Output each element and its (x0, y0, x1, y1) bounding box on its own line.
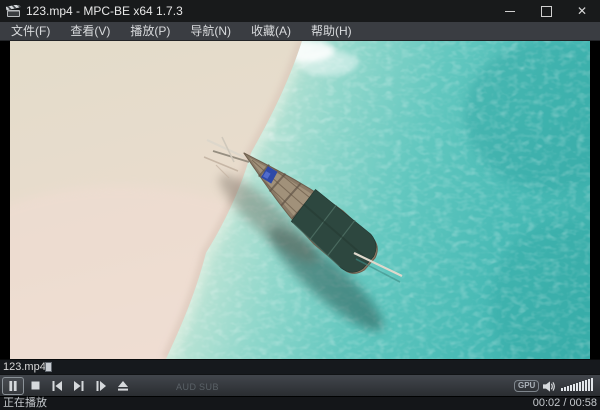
pause-icon (9, 380, 17, 391)
titlebar: 123.mp4 - MPC-BE x64 1.7.3 ✕ (0, 0, 600, 22)
clapperboard-icon (6, 4, 21, 17)
seek-thumb[interactable] (45, 362, 52, 372)
subtitle-track-button[interactable]: SUB (199, 382, 219, 392)
statusbar: 正在播放 00:02 / 00:58 (0, 396, 600, 410)
skip-forward-button[interactable] (68, 377, 90, 395)
audio-track-button[interactable]: AUD (176, 382, 197, 392)
video-canvas[interactable] (10, 41, 590, 359)
skip-back-icon (52, 380, 62, 391)
playback-status: 正在播放 (3, 397, 47, 409)
time-display: 00:02 / 00:58 (532, 397, 597, 409)
close-button[interactable]: ✕ (564, 0, 600, 22)
speaker-icon[interactable] (543, 381, 556, 392)
pause-button[interactable] (2, 376, 24, 395)
menubar: 文件(F) 查看(V) 播放(P) 导航(N) 收藏(A) 帮助(H) (0, 22, 600, 41)
seekbar-filename: 123.mp4 (3, 361, 46, 373)
skip-back-button[interactable] (46, 377, 68, 395)
menu-file[interactable]: 文件(F) (1, 22, 60, 40)
menu-play[interactable]: 播放(P) (120, 22, 180, 40)
stop-icon (31, 381, 39, 390)
gpu-badge: GPU (514, 380, 540, 392)
eject-button[interactable] (112, 377, 134, 395)
maximize-icon (540, 5, 552, 17)
mpc-be-window: 123.mp4 - MPC-BE x64 1.7.3 ✕ 文件(F) 查看(V)… (0, 0, 600, 410)
frame-step-button[interactable] (90, 377, 112, 395)
close-icon: ✕ (576, 4, 588, 18)
minimize-button[interactable] (492, 0, 528, 22)
menu-view[interactable]: 查看(V) (60, 22, 120, 40)
skip-forward-icon (74, 380, 84, 391)
stop-button[interactable] (24, 377, 46, 395)
menu-favorites[interactable]: 收藏(A) (241, 22, 301, 40)
seekbar[interactable]: 123.mp4 (0, 359, 600, 374)
frame-step-icon (96, 380, 106, 391)
eject-icon (118, 380, 128, 391)
window-title: 123.mp4 - MPC-BE x64 1.7.3 (26, 4, 183, 18)
maximize-button[interactable] (528, 0, 564, 22)
playback-toolbar: AUD SUB GPU (0, 374, 600, 396)
menu-help[interactable]: 帮助(H) (301, 22, 362, 40)
menu-navigate[interactable]: 导航(N) (180, 22, 241, 40)
video-area (0, 41, 600, 359)
volume-slider[interactable] (561, 378, 595, 391)
